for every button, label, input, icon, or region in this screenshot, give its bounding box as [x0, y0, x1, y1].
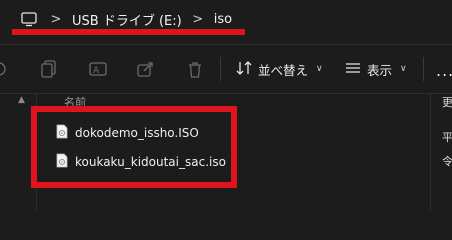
- svg-text:A: A: [93, 66, 100, 76]
- delete-icon[interactable]: [186, 60, 204, 78]
- sort-up-icon: ▲: [18, 95, 25, 105]
- view-label: 表示: [367, 62, 393, 78]
- sort-label: 並べ替え: [258, 62, 309, 78]
- breadcrumb-segment-usb-drive[interactable]: USB ドライブ (E:): [72, 10, 182, 29]
- rename-icon[interactable]: A: [89, 60, 107, 78]
- sort-button[interactable]: 並べ替え ∨: [236, 57, 323, 81]
- chevron-right-icon: >: [192, 11, 204, 27]
- date-column: 更 平 令: [430, 93, 452, 211]
- chevron-down-icon: ∨: [400, 64, 407, 74]
- command-bar: A 並べ替え ∨ 表示 ∨ ...: [0, 44, 452, 94]
- date-cell: 平: [442, 131, 452, 144]
- sort-icon: [236, 60, 252, 78]
- date-cell: 令: [442, 155, 452, 168]
- chevron-down-icon: ∨: [316, 64, 323, 74]
- column-header-date[interactable]: 更: [442, 94, 452, 110]
- share-icon[interactable]: [137, 60, 155, 78]
- toolbar-divider: [220, 57, 221, 81]
- annotation-underline: [12, 29, 245, 35]
- more-options-button[interactable]: ...: [436, 61, 452, 80]
- view-button[interactable]: 表示 ∨: [345, 57, 407, 81]
- new-item-icon[interactable]: [0, 60, 10, 78]
- view-icon: [345, 62, 361, 77]
- toolbar-divider: [423, 57, 424, 81]
- breadcrumb-segment-iso[interactable]: iso: [214, 12, 232, 27]
- copy-icon[interactable]: [40, 60, 58, 78]
- breadcrumb: > USB ドライブ (E:) > iso: [18, 8, 232, 30]
- computer-icon[interactable]: [18, 8, 40, 30]
- chevron-right-icon: >: [50, 11, 62, 27]
- annotation-highlight-box: [31, 106, 237, 188]
